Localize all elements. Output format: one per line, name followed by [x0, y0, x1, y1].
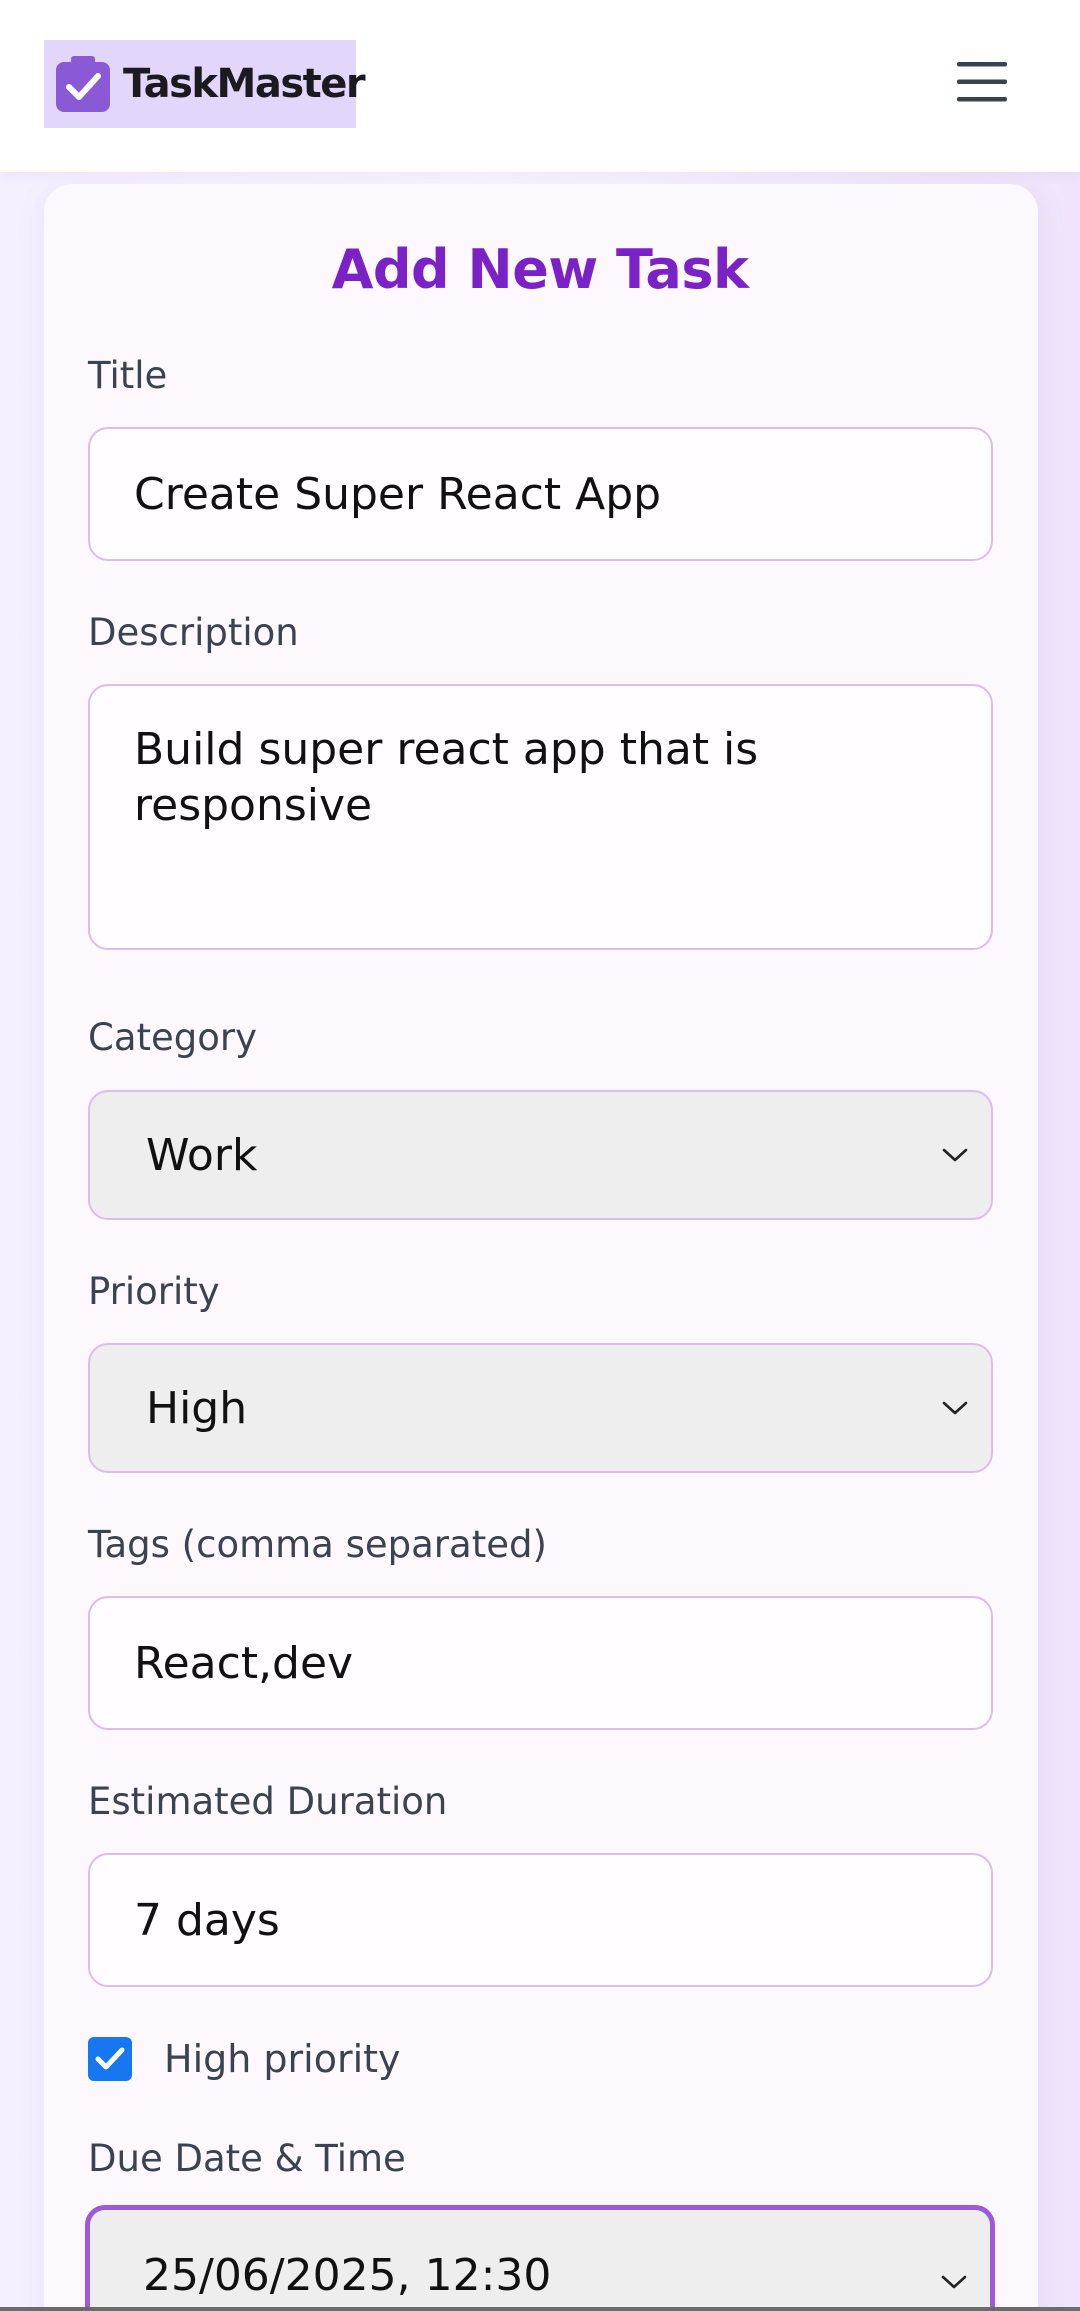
estimated-duration-value: 7 days	[134, 1894, 280, 1946]
tags-input[interactable]: React,dev	[88, 1596, 993, 1730]
chevron-down-icon	[941, 2275, 967, 2289]
chevron-down-icon	[942, 1401, 968, 1415]
category-selected-value: Work	[146, 1129, 258, 1181]
priority-label: Priority	[88, 1270, 220, 1313]
description-textarea-value: Build super react app that is responsive	[134, 724, 759, 831]
tags-input-value: React,dev	[134, 1637, 354, 1689]
clipboard-check-icon	[53, 54, 113, 114]
title-input[interactable]: Create Super React App	[88, 427, 993, 561]
tags-label: Tags (comma separated)	[88, 1523, 547, 1566]
app-name: TaskMaster	[123, 61, 366, 107]
description-label: Description	[88, 611, 299, 654]
estimated-duration-label: Estimated Duration	[88, 1780, 448, 1823]
high-priority-row: High priority	[88, 2036, 401, 2082]
high-priority-label[interactable]: High priority	[164, 2037, 401, 2081]
form-title: Add New Task	[331, 238, 749, 301]
title-input-value: Create Super React App	[134, 468, 662, 520]
screen-bottom-edge	[0, 2307, 1080, 2311]
high-priority-checkbox[interactable]	[88, 2037, 132, 2081]
chevron-down-icon	[942, 1148, 968, 1162]
due-date-selected-value: 25/06/2025, 12:30	[143, 2249, 552, 2301]
checkmark-icon	[95, 2047, 125, 2070]
priority-select[interactable]: High	[88, 1343, 993, 1473]
hamburger-menu-button[interactable]	[950, 56, 1014, 112]
hamburger-menu-icon	[955, 60, 1009, 108]
category-label: Category	[88, 1016, 258, 1059]
app-logo[interactable]: TaskMaster	[44, 40, 366, 128]
estimated-duration-input[interactable]: 7 days	[88, 1853, 993, 1987]
due-date-select[interactable]: 25/06/2025, 12:30	[85, 2205, 995, 2311]
priority-selected-value: High	[146, 1382, 248, 1434]
due-date-label: Due Date & Time	[88, 2137, 406, 2180]
app-header: TaskMaster	[0, 0, 1080, 172]
description-textarea[interactable]: Build super react app that is responsive	[88, 684, 993, 950]
category-select[interactable]: Work	[88, 1090, 993, 1220]
title-label: Title	[88, 354, 168, 397]
